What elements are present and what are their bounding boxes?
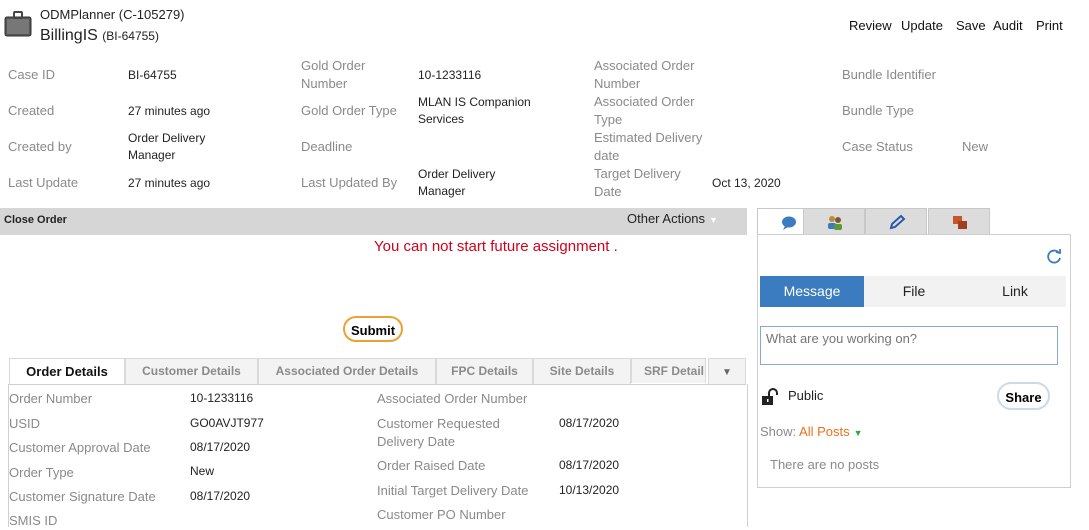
speech-bubble-icon: [782, 216, 796, 230]
tab-srf-details[interactable]: SRF Detail: [631, 358, 706, 383]
usid-value: GO0AVJT977: [190, 416, 264, 430]
refresh-icon[interactable]: [1045, 247, 1063, 265]
tab-customer-details[interactable]: Customer Details: [125, 358, 258, 384]
case-title-line: BillingIS (BI-64755): [40, 27, 159, 45]
bundle-type-label: Bundle Type: [842, 103, 915, 118]
unlocked-icon[interactable]: [760, 387, 780, 407]
case-id-label: Case ID: [8, 67, 55, 82]
gold-order-number-value: 10-1233116: [418, 68, 482, 82]
people-icon: [828, 216, 842, 230]
customer-po-number-label: Customer PO Number: [377, 507, 506, 522]
action-bar-title: Close Order: [4, 214, 67, 226]
customer-signature-date-value: 08/17/2020: [190, 489, 251, 503]
caret-down-icon: ▼: [709, 215, 718, 225]
initial-target-delivery-value: 10/13/2020: [559, 483, 620, 497]
last-update-value: 27 minutes ago: [128, 176, 211, 190]
target-delivery-label: Target Delivery Date: [594, 166, 681, 199]
tab-site-details[interactable]: Site Details: [533, 358, 631, 384]
update-button[interactable]: Update: [901, 18, 943, 33]
save-button[interactable]: Save: [956, 18, 986, 33]
caret-down-icon: ▼: [722, 367, 732, 378]
gold-order-type-label: Gold Order Type: [301, 103, 397, 118]
tab-notes[interactable]: [865, 208, 927, 235]
tab-documents[interactable]: [928, 208, 990, 235]
case-id-value: BI-64755: [128, 68, 177, 82]
gold-order-type-value: MLAN IS Companion Services: [418, 95, 531, 126]
error-message: You can not start future assignment .: [374, 238, 618, 255]
case-status-value: New: [962, 139, 989, 154]
case-id-paren: (BI-64755): [102, 29, 159, 43]
order-type-label: Order Type: [9, 465, 74, 480]
segment-file[interactable]: File: [864, 276, 964, 307]
order-number-label: Order Number: [9, 391, 93, 406]
customer-approval-date-label: Customer Approval Date: [9, 440, 151, 455]
last-update-label: Last Update: [8, 175, 79, 190]
last-updated-by-value: Order Delivery Manager: [418, 167, 496, 198]
caret-down-icon: ▼: [853, 428, 863, 438]
segment-link[interactable]: Link: [964, 276, 1066, 307]
created-label: Created: [8, 103, 55, 118]
show-filter-value[interactable]: All Posts: [799, 424, 850, 439]
pencil-icon: [889, 214, 906, 230]
initial-target-delivery-label: Initial Target Delivery Date: [377, 483, 529, 498]
order-raised-date-value: 08/17/2020: [559, 458, 620, 472]
post-input[interactable]: [760, 326, 1058, 365]
created-value: 27 minutes ago: [128, 104, 211, 118]
created-by-value: Order Delivery Manager: [128, 131, 206, 162]
briefcase-icon: [4, 11, 32, 37]
show-label: Show:: [760, 424, 797, 439]
assoc-order-number-label: Associated Order Number: [594, 58, 695, 91]
visibility-label: Public: [788, 388, 824, 403]
target-delivery-value: Oct 13, 2020: [712, 176, 781, 190]
case-status-label: Case Status: [842, 139, 913, 154]
customer-requested-delivery-value: 08/17/2020: [559, 416, 620, 430]
last-updated-by-label: Last Updated By: [301, 175, 398, 190]
app-name: ODMPlanner (C-105279): [40, 7, 185, 22]
tab-associated-order-details[interactable]: Associated Order Details: [258, 358, 436, 384]
created-by-label: Created by: [8, 139, 72, 154]
bundle-identifier-label: Bundle Identifier: [842, 67, 936, 82]
tab-order-details[interactable]: Order Details: [9, 358, 125, 384]
usid-label: USID: [9, 416, 41, 431]
tab-overflow-button[interactable]: ▼: [708, 358, 746, 384]
stack-icon: [953, 216, 967, 229]
segment-message[interactable]: Message: [760, 276, 864, 307]
assoc-order-type-label: Associated Order Type: [594, 94, 695, 127]
tab-fpc-details[interactable]: FPC Details: [436, 358, 533, 384]
audit-button[interactable]: Audit: [993, 18, 1023, 33]
review-button[interactable]: Review: [849, 18, 892, 33]
tab-people[interactable]: [803, 208, 865, 235]
order-type-value: New: [190, 464, 215, 478]
customer-requested-delivery-label: Customer Requested Delivery Date: [377, 416, 500, 449]
customer-signature-date-label: Customer Signature Date: [9, 489, 156, 504]
empty-posts-text: There are no posts: [770, 457, 880, 472]
smis-id-label: SMIS ID: [9, 513, 58, 528]
other-actions-menu[interactable]: Other Actions ▼: [627, 211, 718, 226]
gold-order-number-label: Gold Order Number: [301, 58, 366, 91]
share-button[interactable]: Share: [997, 382, 1050, 410]
other-actions-label: Other Actions: [627, 211, 706, 226]
submit-button[interactable]: Submit: [343, 316, 403, 342]
show-filter[interactable]: Show: All Posts ▼: [760, 424, 863, 439]
deadline-label: Deadline: [301, 139, 353, 154]
order-number-value: 10-1233116: [190, 391, 254, 405]
order-raised-date-label: Order Raised Date: [377, 458, 486, 473]
print-button[interactable]: Print: [1036, 18, 1063, 33]
est-delivery-label: Estimated Delivery date: [594, 130, 703, 163]
assoc-order-number-detail-label: Associated Order Number: [377, 391, 528, 406]
customer-approval-date-value: 08/17/2020: [190, 440, 251, 454]
case-title: BillingIS: [40, 27, 98, 44]
